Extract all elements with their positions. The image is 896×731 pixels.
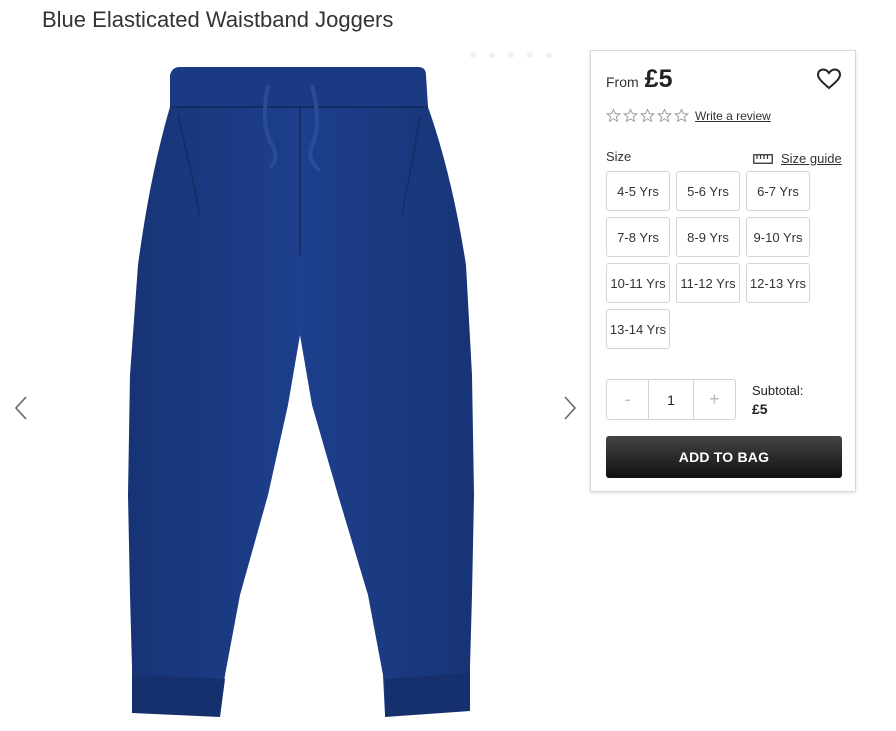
quantity-decrease-button[interactable]: - [607,380,648,419]
chevron-left-icon [14,396,27,420]
size-option[interactable]: 4-5 Yrs [606,171,670,211]
price-from-label: From [606,74,639,90]
gallery-dot[interactable] [546,52,552,58]
chevron-right-icon [564,396,577,420]
quantity-stepper: - 1 + [606,379,736,420]
star-icon [657,108,672,123]
star-icon [640,108,655,123]
wishlist-button[interactable] [816,67,842,91]
quantity-increase-button[interactable]: + [694,380,735,419]
price-value: £5 [644,65,673,93]
quantity-input[interactable]: 1 [648,380,694,419]
size-option[interactable]: 11-12 Yrs [676,263,740,303]
write-review-link[interactable]: Write a review [695,109,771,123]
add-to-bag-button[interactable]: ADD TO BAG [606,436,842,478]
subtotal-label: Subtotal: [752,383,804,398]
size-option[interactable]: 7-8 Yrs [606,217,670,257]
size-option[interactable]: 6-7 Yrs [746,171,810,211]
star-icon [674,108,689,123]
product-title: Blue Elasticated Waistband Joggers [42,7,394,32]
star-icon [623,108,638,123]
size-guide-label: Size guide [781,151,842,166]
size-option[interactable]: 9-10 Yrs [746,217,810,257]
gallery-dot[interactable] [508,52,514,58]
product-gallery [0,45,590,731]
star-icon [606,108,621,123]
ruler-icon [753,153,773,164]
purchase-panel: From £5 Write a review Size Size guide 4… [590,50,856,492]
size-option[interactable]: 10-11 Yrs [606,263,670,303]
size-guide-link[interactable]: Size guide [753,151,842,166]
size-option[interactable]: 13-14 Yrs [606,309,670,349]
rating-row: Write a review [606,108,771,123]
size-option[interactable]: 12-13 Yrs [746,263,810,303]
heart-icon [816,68,842,90]
size-option[interactable]: 5-6 Yrs [676,171,740,211]
price-row: From £5 [606,65,672,94]
gallery-prev-button[interactable] [10,393,34,423]
size-option[interactable]: 8-9 Yrs [676,217,740,257]
product-image [128,67,474,717]
rating-stars[interactable] [606,108,689,123]
gallery-next-button[interactable] [557,393,581,423]
subtotal-value: £5 [752,401,768,417]
gallery-dot[interactable] [527,52,533,58]
size-label: Size [606,149,632,164]
